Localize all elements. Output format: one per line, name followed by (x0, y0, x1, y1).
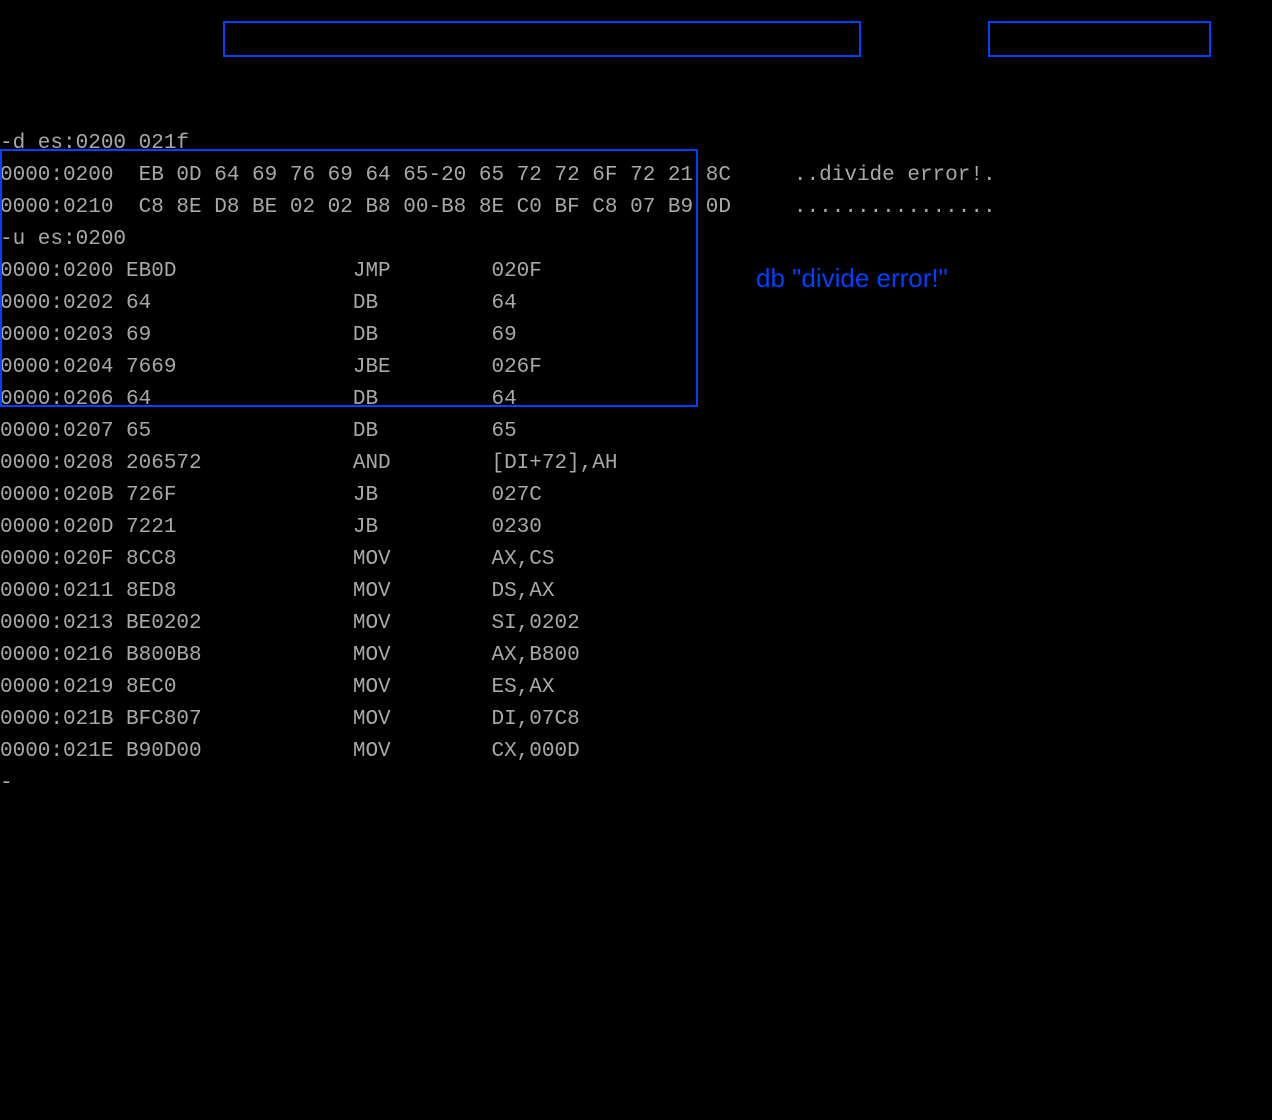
debug-terminal-output[interactable]: -d es:0200 021f 0000:0200 EB 0D 64 69 76… (0, 128, 1272, 800)
annotation-label: db "divide error!" (756, 262, 948, 294)
ascii-highlight-box (988, 21, 1211, 57)
hex-highlight-box (223, 21, 861, 57)
